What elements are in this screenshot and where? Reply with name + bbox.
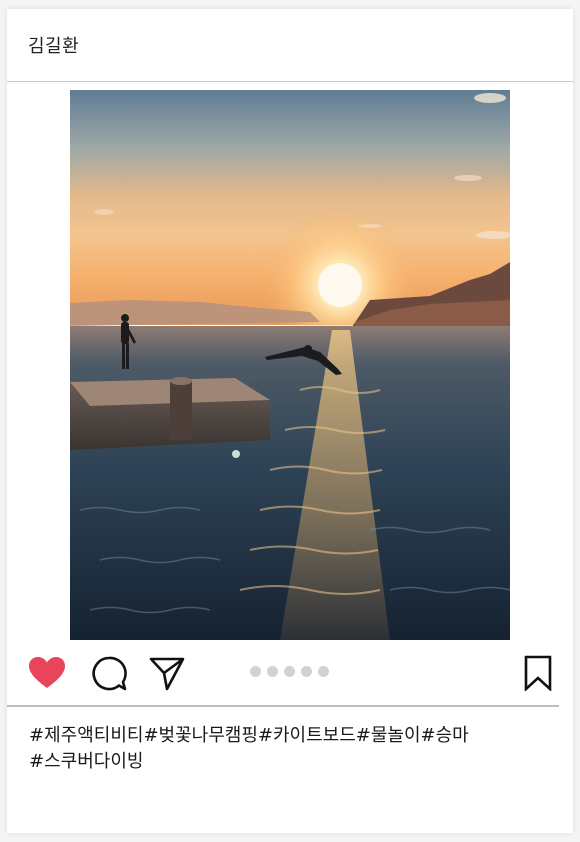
comment-icon[interactable]	[90, 655, 128, 693]
carousel-dot[interactable]	[301, 666, 312, 677]
username[interactable]: 김길환	[28, 32, 79, 58]
carousel-dot[interactable]	[318, 666, 329, 677]
bookmark-icon[interactable]	[523, 655, 553, 691]
send-icon[interactable]	[148, 655, 186, 691]
carousel-dot[interactable]	[267, 666, 278, 677]
post-photo[interactable]	[70, 90, 510, 640]
post-caption: #제주액티비티#벚꽃나무캠핑#카이트보드#물놀이#승마 #스쿠버다이빙	[29, 723, 549, 775]
carousel-dot[interactable]	[250, 666, 261, 677]
carousel-indicator	[250, 666, 329, 678]
post-card: 김길환 #제주액티비티#벚꽃나무캠핑#카이트보드#물놀이#승마 #스쿠버다이빙	[7, 9, 573, 833]
hashtags-line[interactable]: #스쿠버다이빙	[29, 749, 549, 775]
post-header: 김길환	[7, 9, 573, 82]
action-bar	[7, 655, 573, 705]
carousel-dot[interactable]	[284, 666, 295, 677]
hashtags-line[interactable]: #제주액티비티#벚꽃나무캠핑#카이트보드#물놀이#승마	[29, 723, 549, 749]
divider	[7, 705, 559, 707]
heart-icon[interactable]	[28, 656, 66, 690]
